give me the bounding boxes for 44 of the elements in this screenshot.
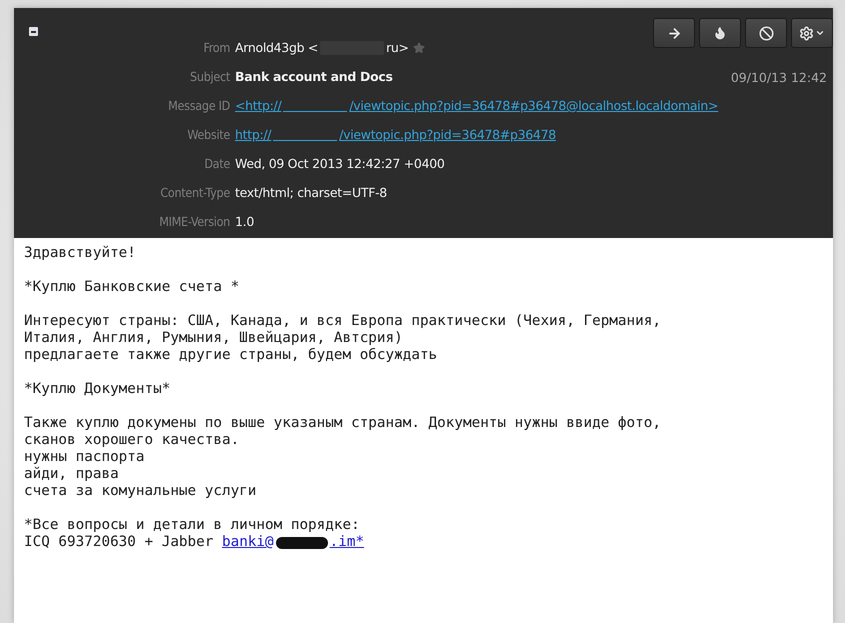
field-label: Content-Type	[159, 184, 230, 202]
redaction-mark	[283, 111, 348, 112]
field-label: MIME-Version	[158, 213, 230, 231]
block-button[interactable]	[745, 18, 787, 48]
field-label: Subject	[189, 68, 230, 86]
body-text: айди, права	[24, 466, 120, 483]
body-text: Интересуют страны: США, Канада, и вся Европа практически (Чехия, Германия,	[24, 313, 662, 330]
body-text: Здравствуйте!	[24, 245, 137, 262]
field-value: Wed, 09 Oct 2013 12:42:27 +0400	[235, 155, 445, 173]
body-text: ICQ 693720630 + Jabber	[24, 534, 214, 551]
email-link[interactable]: banki@ .im*	[222, 534, 364, 551]
body-text: счета за комунальные услуги	[24, 483, 258, 500]
field-label: Date	[203, 155, 230, 173]
body-text: Также куплю докумены по выше указаным странам. Документы нужны ввиде фото,	[24, 415, 662, 432]
sender-domain: ru>	[386, 39, 409, 57]
flame-icon	[713, 26, 727, 40]
field-label: Website	[186, 126, 230, 144]
block-icon	[758, 26, 774, 40]
body-text: Италия, Англия, Румыния, Швейцария, Автсрия)	[24, 330, 404, 347]
redaction-mark	[273, 140, 338, 141]
body-text: *Куплю Банковские счета *	[24, 279, 240, 296]
forward-icon	[666, 26, 682, 40]
field-label: From	[202, 39, 230, 57]
star-icon[interactable]	[412, 42, 425, 54]
body-text: *Куплю Документы*	[24, 381, 172, 398]
link[interactable]: <http:// /viewtopic.php?pid=36478#p36478@localhost.localdomain>	[235, 96, 718, 116]
caret-icon	[815, 28, 825, 38]
body-text: сканов хорошего качества.	[24, 432, 240, 449]
forward-button[interactable]	[653, 18, 695, 48]
menu-icon[interactable]	[29, 27, 38, 36]
body-text: *Все вопросы и детали в личном порядке:	[24, 517, 361, 534]
body-text: нужны паспорта	[24, 449, 146, 466]
field-label: Message ID	[167, 97, 230, 115]
settings-button[interactable]	[791, 18, 833, 48]
redaction-mark	[276, 536, 328, 548]
flame-button[interactable]	[699, 18, 741, 48]
link[interactable]: http:// /viewtopic.php?pid=36478#p36478	[235, 125, 556, 145]
field-value: 1.0	[235, 213, 254, 231]
subject-text: Bank account and Docs	[235, 68, 393, 86]
received-time: 09/10/13 12:42	[730, 70, 827, 84]
sender-name: Arnold43gb <	[235, 39, 318, 57]
settings-icon	[799, 26, 814, 40]
body-text: предлагаете также другие страны, будем обсуждать	[24, 347, 438, 364]
field-value: text/html; charset=UTF-8	[235, 184, 387, 202]
